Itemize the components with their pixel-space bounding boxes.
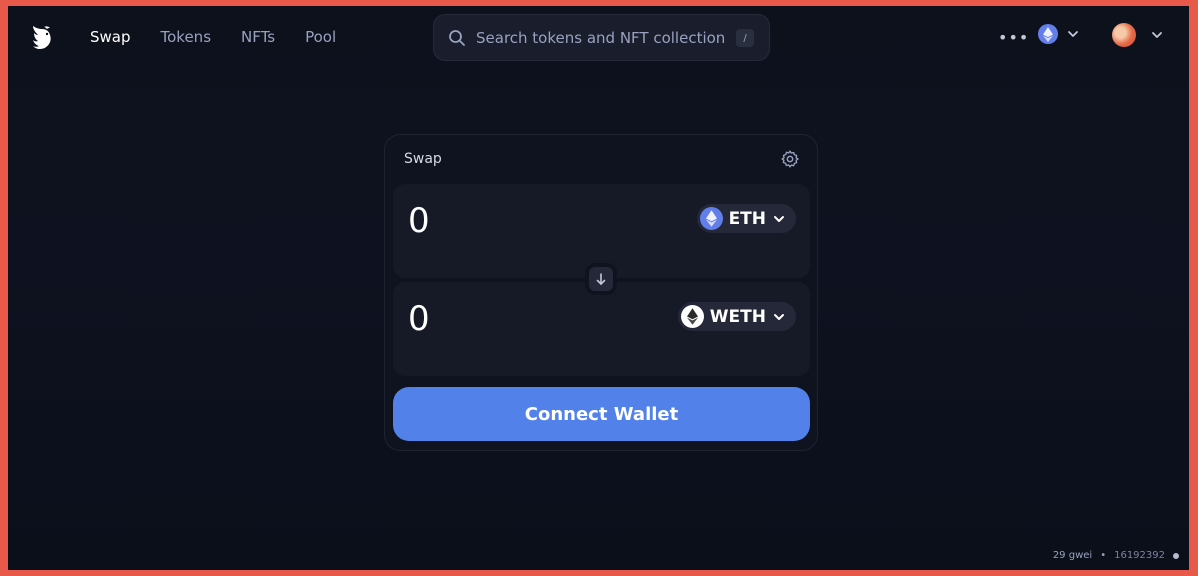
chevron-down-icon [774,313,784,320]
gas-price: 29 gwei [1052,550,1093,561]
connect-wallet-button[interactable]: Connect Wallet [393,387,810,441]
arrow-down-icon [596,273,606,285]
eth-token-icon [699,207,723,230]
status-separator: • [1100,550,1107,561]
nav-swap[interactable]: Swap [90,28,131,46]
nav-pool[interactable]: Pool [305,28,336,46]
ethereum-icon [1038,24,1058,44]
swap-card: Swap 0 ETH 0 WETH Connect Wallet [384,134,818,451]
chevron-down-icon [1068,31,1078,37]
input-amount-field[interactable]: 0 [408,201,430,241]
chain-selector[interactable] [1038,24,1080,44]
search-shortcut-key: / [736,29,754,47]
account-button[interactable] [1112,23,1164,47]
chevron-down-icon [774,215,784,222]
search-icon [449,29,465,46]
swap-title: Swap [404,151,442,167]
search-input[interactable]: Search tokens and NFT collection / [433,14,770,61]
weth-token-icon [680,305,704,328]
more-options-button[interactable]: ••• [998,28,1029,47]
output-amount-field[interactable]: 0 [408,299,430,339]
main-nav: Swap Tokens NFTs Pool [90,28,366,46]
app-window: Swap Tokens NFTs Pool Search tokens and … [8,6,1189,570]
nav-tokens[interactable]: Tokens [161,28,212,46]
nav-nfts[interactable]: NFTs [241,28,275,46]
chevron-down-icon [1152,32,1162,38]
swap-output-panel: 0 WETH [393,282,810,376]
output-token-selector[interactable]: WETH [677,302,796,331]
gear-icon[interactable] [780,149,800,169]
output-token-symbol: WETH [709,306,766,327]
network-status: 29 gwei • 16192392 [1053,550,1179,561]
input-token-selector[interactable]: ETH [696,204,796,233]
search-placeholder: Search tokens and NFT collection [476,28,726,47]
uniswap-logo-icon[interactable] [26,22,56,54]
block-number[interactable]: 16192392 [1114,550,1165,561]
block-pulse-icon [1173,552,1179,559]
switch-tokens-button[interactable] [585,263,617,295]
avatar [1112,23,1136,47]
input-token-symbol: ETH [728,208,766,229]
